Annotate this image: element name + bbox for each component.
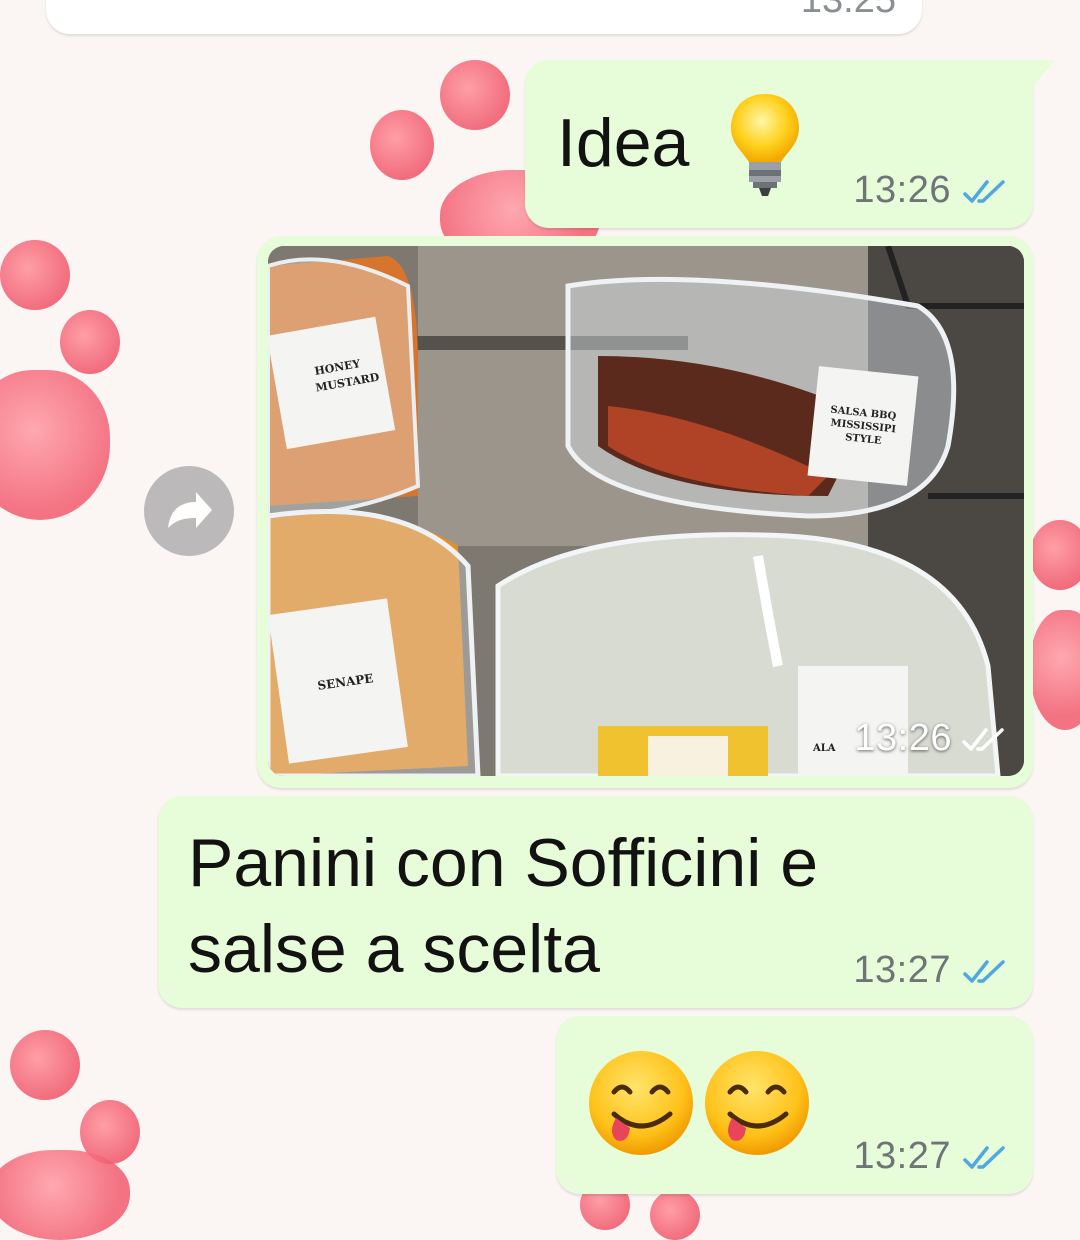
face-savoring-food-icon [589, 1051, 693, 1155]
bubble-tail [1033, 60, 1055, 86]
read-receipt-icon [963, 960, 1005, 983]
read-receipt-icon [963, 180, 1005, 203]
previous-message-bubble[interactable]: 13:25 [46, 0, 922, 34]
message-text-line2: salse a scelta [188, 911, 600, 987]
face-savoring-food-icon [705, 1051, 809, 1155]
message-text: Idea [557, 105, 690, 181]
message-time: 13:26 [854, 717, 952, 759]
message-bubble-idea[interactable]: Idea 13:26 [525, 60, 1033, 228]
photo-label-partial: ALA [812, 743, 836, 754]
forward-button[interactable] [144, 466, 234, 556]
message-bubble-emoji[interactable]: 13:27 [556, 1016, 1033, 1194]
read-receipt-icon [962, 728, 1004, 751]
message-bubble-panini[interactable]: Panini con Sofficini e salse a scelta 13… [158, 796, 1033, 1008]
message-time: 13:25 [800, 0, 896, 21]
light-bulb-icon [731, 94, 799, 196]
sauce-containers-photo[interactable]: HONEY MUSTARD SALSA BBQ MISSISSIPI STYLE… [268, 246, 1024, 776]
message-time: 13:26 [853, 169, 951, 211]
forward-icon [168, 492, 212, 528]
message-time: 13:27 [853, 1135, 951, 1177]
wallpaper-paw-3 [0, 1000, 190, 1240]
message-time: 13:27 [853, 949, 951, 991]
read-receipt-icon [963, 1146, 1005, 1169]
message-text-line1: Panini con Sofficini e [188, 825, 819, 901]
